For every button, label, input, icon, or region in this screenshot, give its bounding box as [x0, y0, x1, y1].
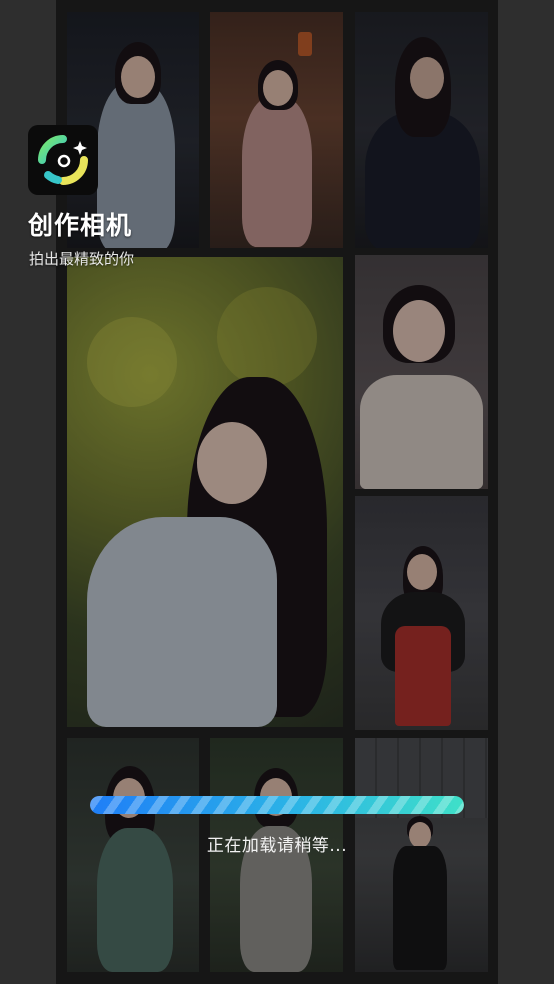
gallery-photo-dark-costume: [355, 12, 488, 248]
gallery-photo-flower-hanfu: [67, 257, 343, 727]
loading-message: 正在加载请稍等...: [206, 836, 348, 856]
loading-progress-bar: [90, 796, 464, 814]
app-logo: [28, 125, 98, 195]
gallery-photo-red-dress: [355, 496, 488, 730]
gallery-photo-hanfu-pink: [210, 12, 343, 248]
app-name: 创作相机: [28, 211, 133, 240]
app-tagline: 拍出最精致的你: [29, 250, 135, 268]
loading-progress-fill: [90, 796, 464, 814]
splash-screen: 创作相机 拍出最精致的你 正在加载请稍等...: [0, 0, 554, 984]
camera-lens-ring-icon: [38, 135, 88, 185]
gallery-photo-white-gown: [355, 255, 488, 489]
